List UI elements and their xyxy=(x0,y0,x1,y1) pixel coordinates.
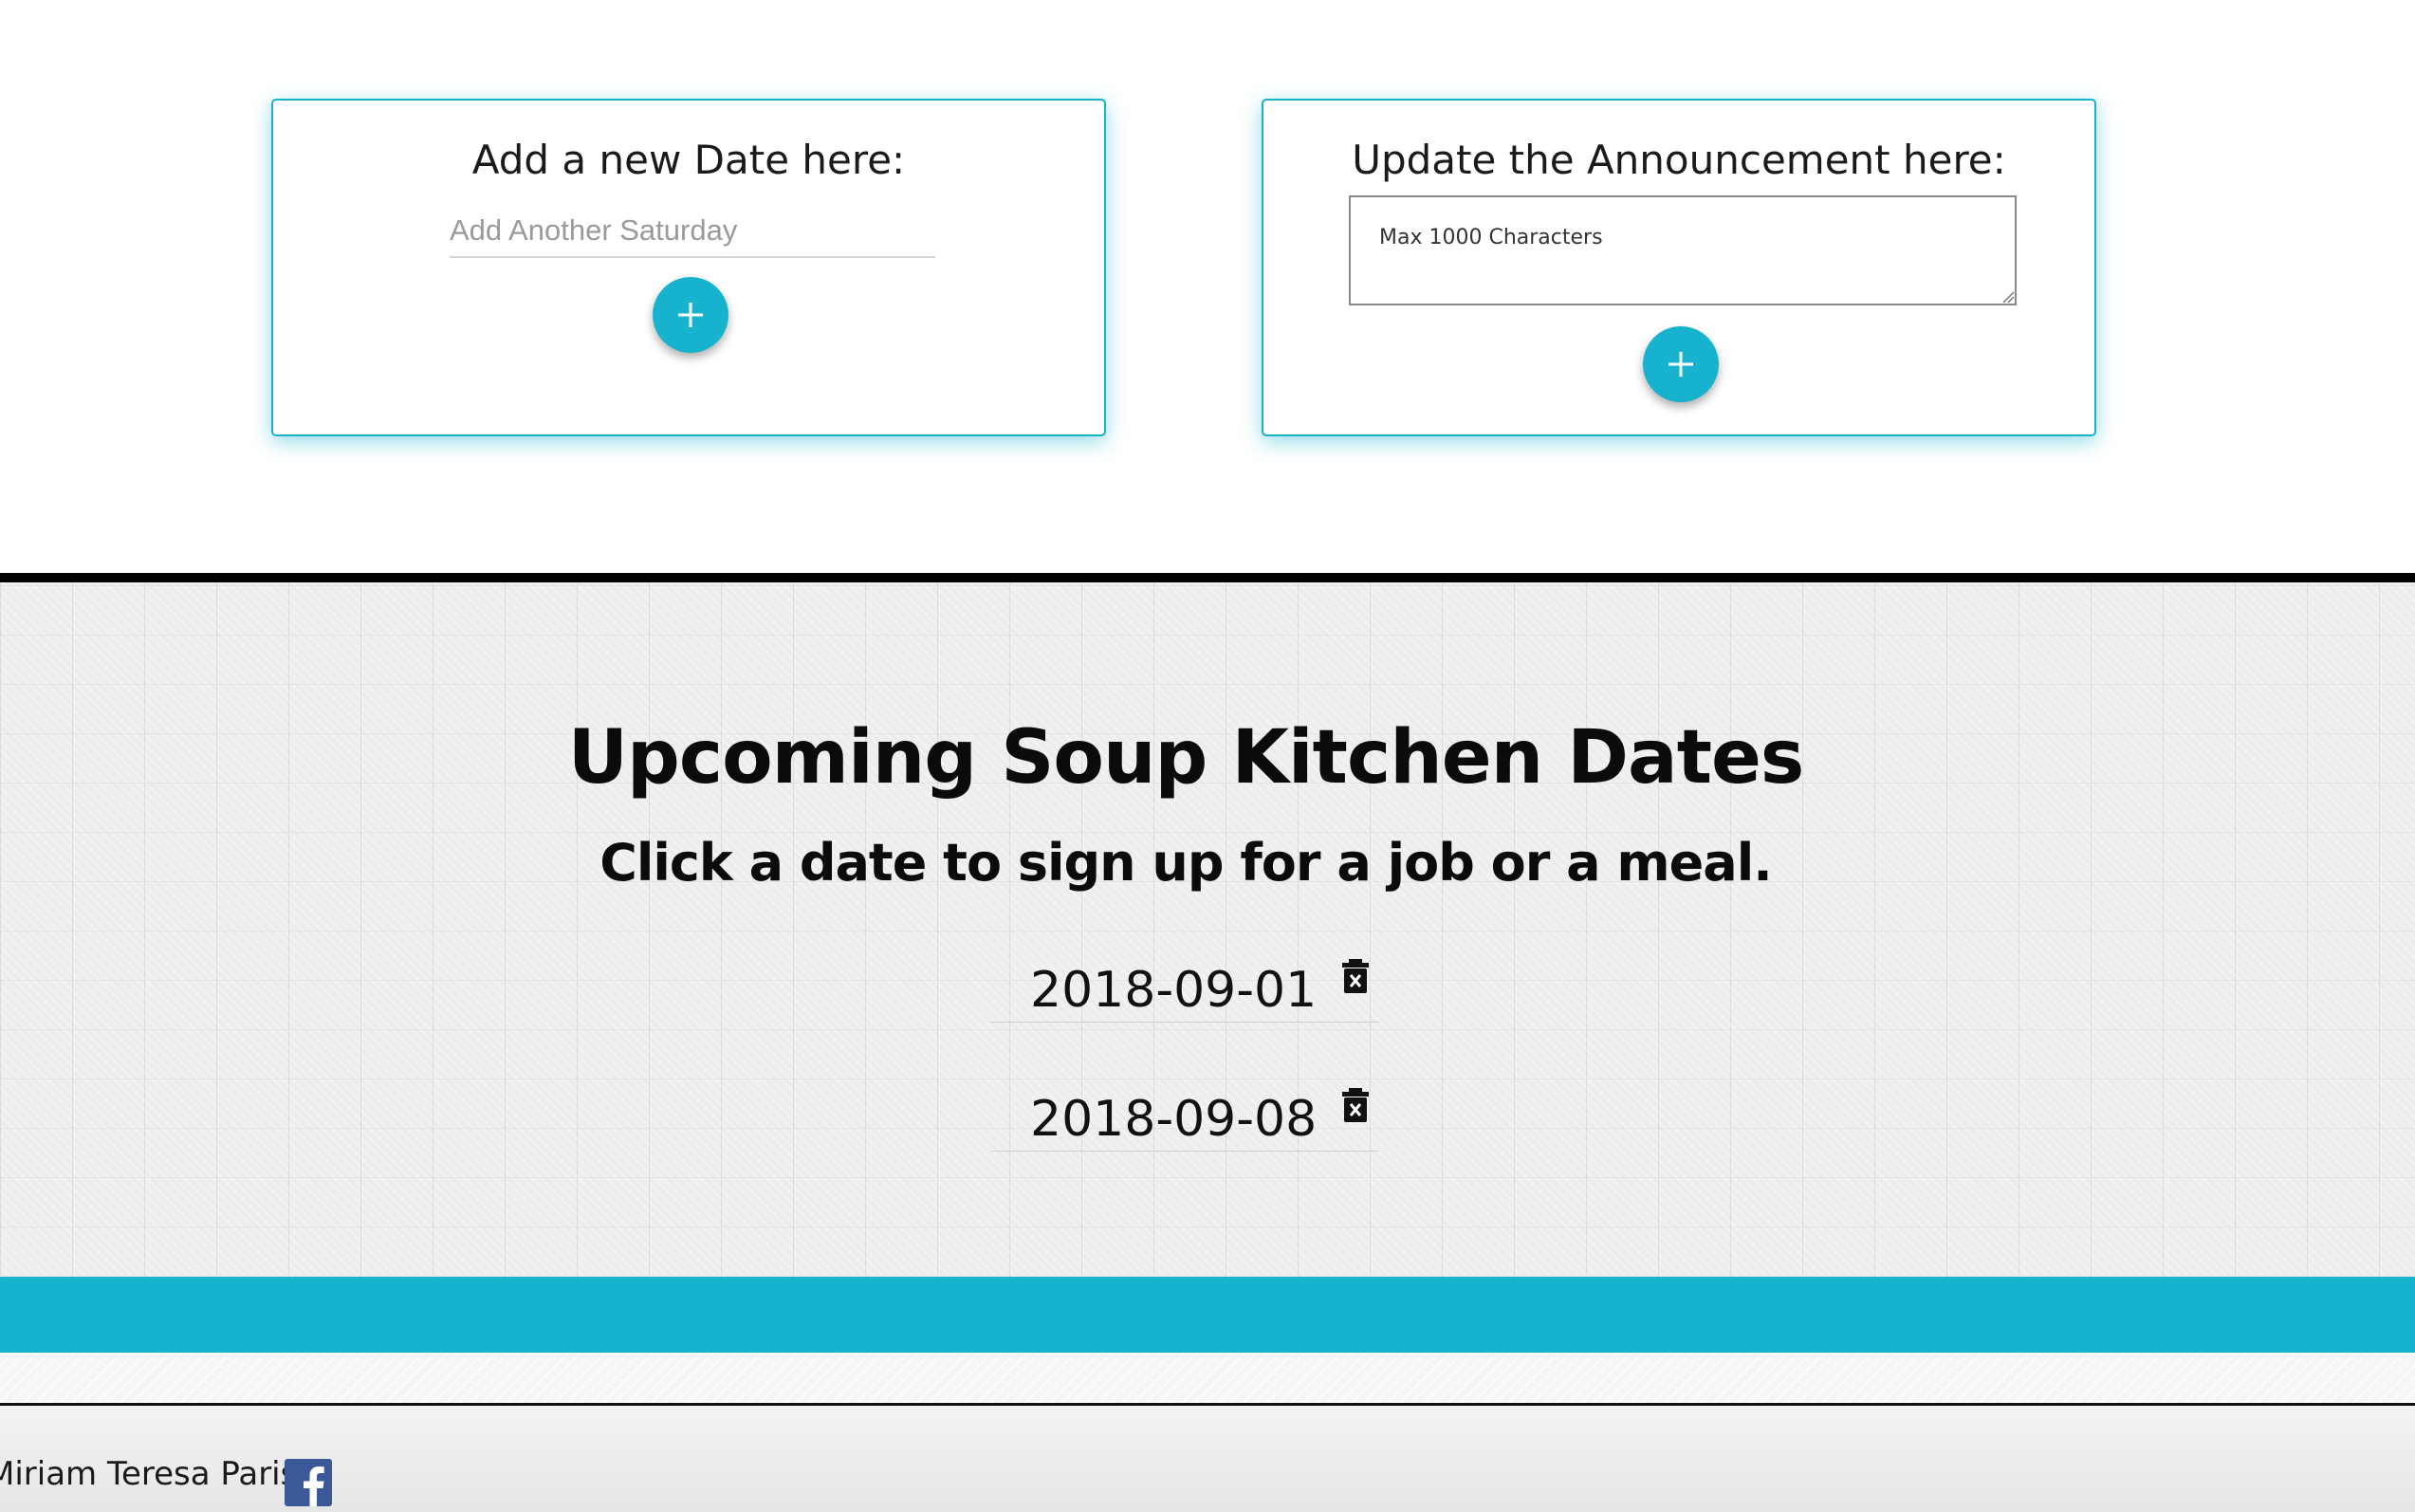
date-list-item: 2018-09-01 xyxy=(990,958,1379,1023)
dates-subtitle: Click a date to sign up for a job or a m… xyxy=(599,833,1773,893)
announcement-title: Update the Announcement here: xyxy=(1352,137,2006,183)
upcoming-dates-section: Upcoming Soup Kitchen Dates Click a date… xyxy=(0,573,2415,1277)
add-date-input[interactable] xyxy=(450,205,935,258)
footer-parish-name: Miriam Teresa Parish xyxy=(0,1455,318,1493)
update-announcement-button[interactable] xyxy=(1643,326,1719,402)
dates-title: Upcoming Soup Kitchen Dates xyxy=(567,715,1805,801)
add-date-card: Add a new Date here: xyxy=(271,99,1106,436)
footer: Miriam Teresa Parish xyxy=(0,1406,2415,1512)
date-link[interactable]: 2018-09-01 xyxy=(1030,962,1317,1019)
date-list-item: 2018-09-08 xyxy=(990,1087,1379,1152)
trash-icon[interactable] xyxy=(1341,1087,1370,1123)
add-date-title: Add a new Date here: xyxy=(471,137,906,183)
announcement-card: Update the Announcement here: xyxy=(1262,99,2096,436)
resize-handle-icon[interactable] xyxy=(2001,290,2015,304)
plus-icon xyxy=(678,303,703,327)
facebook-icon[interactable] xyxy=(285,1459,332,1506)
teal-divider-band xyxy=(0,1277,2415,1353)
add-date-button[interactable] xyxy=(653,277,728,353)
light-divider-band xyxy=(0,1353,2415,1406)
trash-icon[interactable] xyxy=(1341,958,1370,994)
announcement-textarea[interactable] xyxy=(1349,195,2017,305)
date-link[interactable]: 2018-09-08 xyxy=(1030,1091,1317,1148)
plus-icon xyxy=(1668,352,1693,377)
